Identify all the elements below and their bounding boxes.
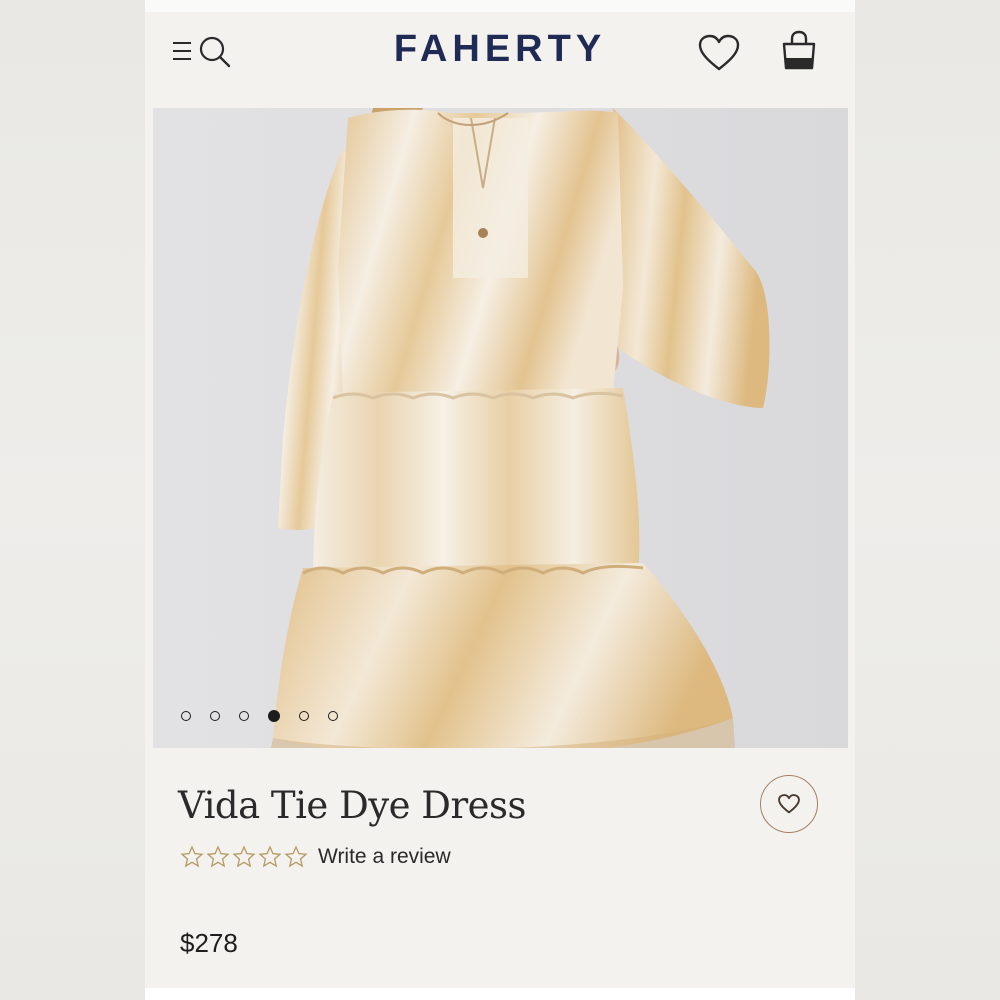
carousel-dot[interactable]	[328, 711, 338, 721]
add-to-wishlist-button[interactable]	[760, 775, 818, 833]
star-empty-icon	[258, 845, 282, 868]
wishlist-button[interactable]	[698, 34, 740, 72]
bag-button[interactable]	[781, 30, 817, 72]
star-empty-icon	[284, 845, 308, 868]
carousel-dot[interactable]	[299, 711, 309, 721]
star-empty-icon	[180, 845, 204, 868]
rating-stars[interactable]	[180, 845, 308, 869]
phone-screen: FAHERTY Vida Tie Dye Dress Write a revie…	[145, 0, 855, 1000]
shopping-bag-icon	[782, 30, 816, 70]
bottom-strip	[145, 988, 855, 1000]
heart-icon	[778, 794, 800, 814]
site-header: FAHERTY	[145, 12, 855, 92]
brand-logo[interactable]: FAHERTY	[145, 28, 855, 71]
write-review-link[interactable]: Write a review	[318, 845, 451, 869]
carousel-dot[interactable]	[239, 711, 249, 721]
rating-row: Write a review	[180, 845, 451, 869]
product-price: $278	[180, 928, 238, 958]
star-empty-icon	[232, 845, 256, 868]
product-image	[153, 108, 848, 748]
product-title: Vida Tie Dye Dress	[178, 784, 527, 827]
carousel-dots	[181, 710, 338, 722]
product-image-carousel[interactable]	[153, 108, 848, 748]
status-strip	[145, 0, 855, 12]
background-left	[0, 0, 145, 1000]
carousel-dot[interactable]	[210, 711, 220, 721]
carousel-dot[interactable]	[181, 711, 191, 721]
carousel-dot-active[interactable]	[268, 710, 280, 722]
background-right	[855, 0, 1000, 1000]
heart-icon	[698, 34, 740, 71]
star-empty-icon	[206, 845, 230, 868]
